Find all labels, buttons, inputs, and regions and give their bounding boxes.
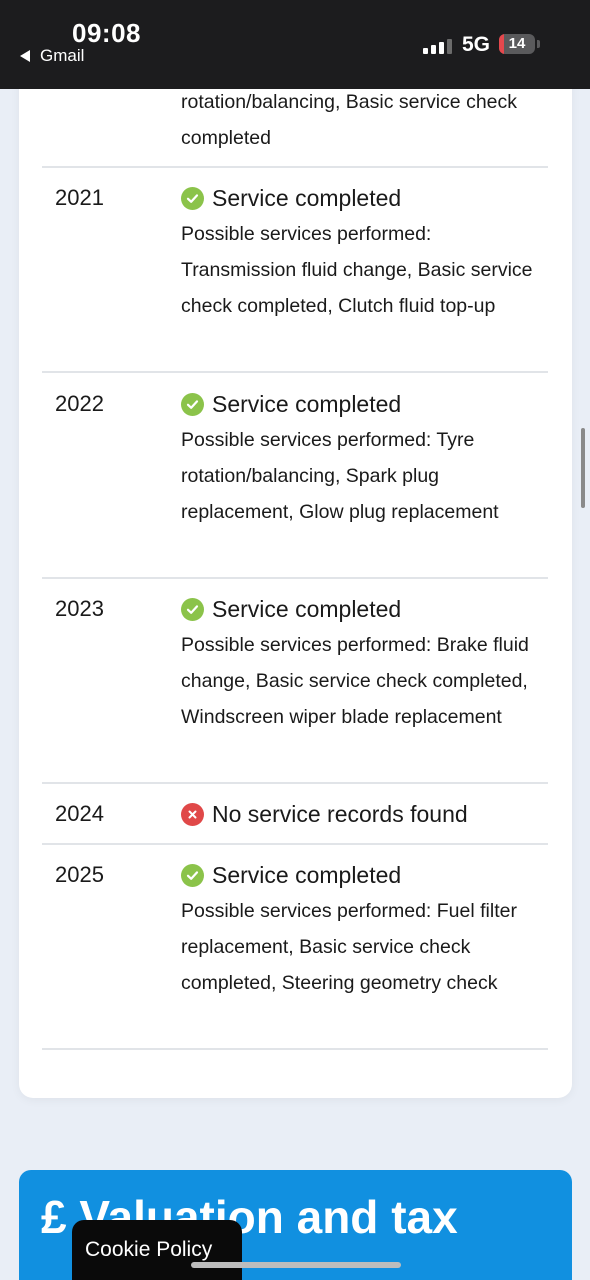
check-circle-icon <box>181 392 204 416</box>
row-divider <box>42 371 548 373</box>
service-description: Possible services performed: Transmissio… <box>181 223 533 317</box>
row-divider <box>42 782 548 784</box>
back-to-gmail[interactable]: Gmail <box>20 46 84 66</box>
battery-icon: 14 <box>499 34 535 54</box>
service-status-text: Service completed <box>212 391 402 417</box>
check-circle-icon <box>181 186 204 210</box>
row-divider <box>42 1048 548 1050</box>
service-status: Service completed <box>181 857 401 893</box>
service-status-text: Service completed <box>212 596 402 622</box>
signal-icon <box>423 38 452 54</box>
check-circle-icon <box>181 863 204 887</box>
service-description: Possible services performed: Tyre rotati… <box>181 429 499 523</box>
service-description: Possible services performed: Brake fluid… <box>181 634 529 728</box>
service-status: No service records found <box>181 796 468 832</box>
service-year: 2025 <box>55 862 104 887</box>
error-circle-icon <box>181 802 204 826</box>
previous-service-description: rotation/balancing, Basic service check … <box>181 91 518 149</box>
service-status: Service completed <box>181 180 401 216</box>
service-status: Service completed <box>181 591 401 627</box>
service-year: 2021 <box>55 185 104 210</box>
network-type: 5G <box>462 33 491 56</box>
cookie-policy-button[interactable]: Cookie Policy <box>72 1220 242 1280</box>
back-arrow-icon <box>20 50 30 62</box>
battery-level: 14 <box>508 35 526 52</box>
clock: 09:08 <box>72 18 141 48</box>
row-divider <box>42 577 548 579</box>
battery-tip <box>537 40 540 48</box>
service-year: 2024 <box>55 801 104 826</box>
service-year: 2022 <box>55 391 104 416</box>
service-status-text: Service completed <box>212 862 402 888</box>
status-bar: 09:08 Gmail 5G 14 <box>0 0 590 89</box>
home-indicator[interactable] <box>191 1262 401 1268</box>
scrollbar-thumb[interactable] <box>581 428 585 508</box>
row-divider <box>42 843 548 845</box>
service-status-text: Service completed <box>212 185 402 211</box>
service-description: Possible services performed: Fuel filter… <box>181 900 517 994</box>
back-app-label: Gmail <box>40 46 85 65</box>
check-circle-icon <box>181 597 204 621</box>
service-year: 2023 <box>55 596 104 621</box>
service-status: Service completed <box>181 386 401 422</box>
row-divider <box>42 166 548 168</box>
service-status-text: No service records found <box>212 801 468 827</box>
